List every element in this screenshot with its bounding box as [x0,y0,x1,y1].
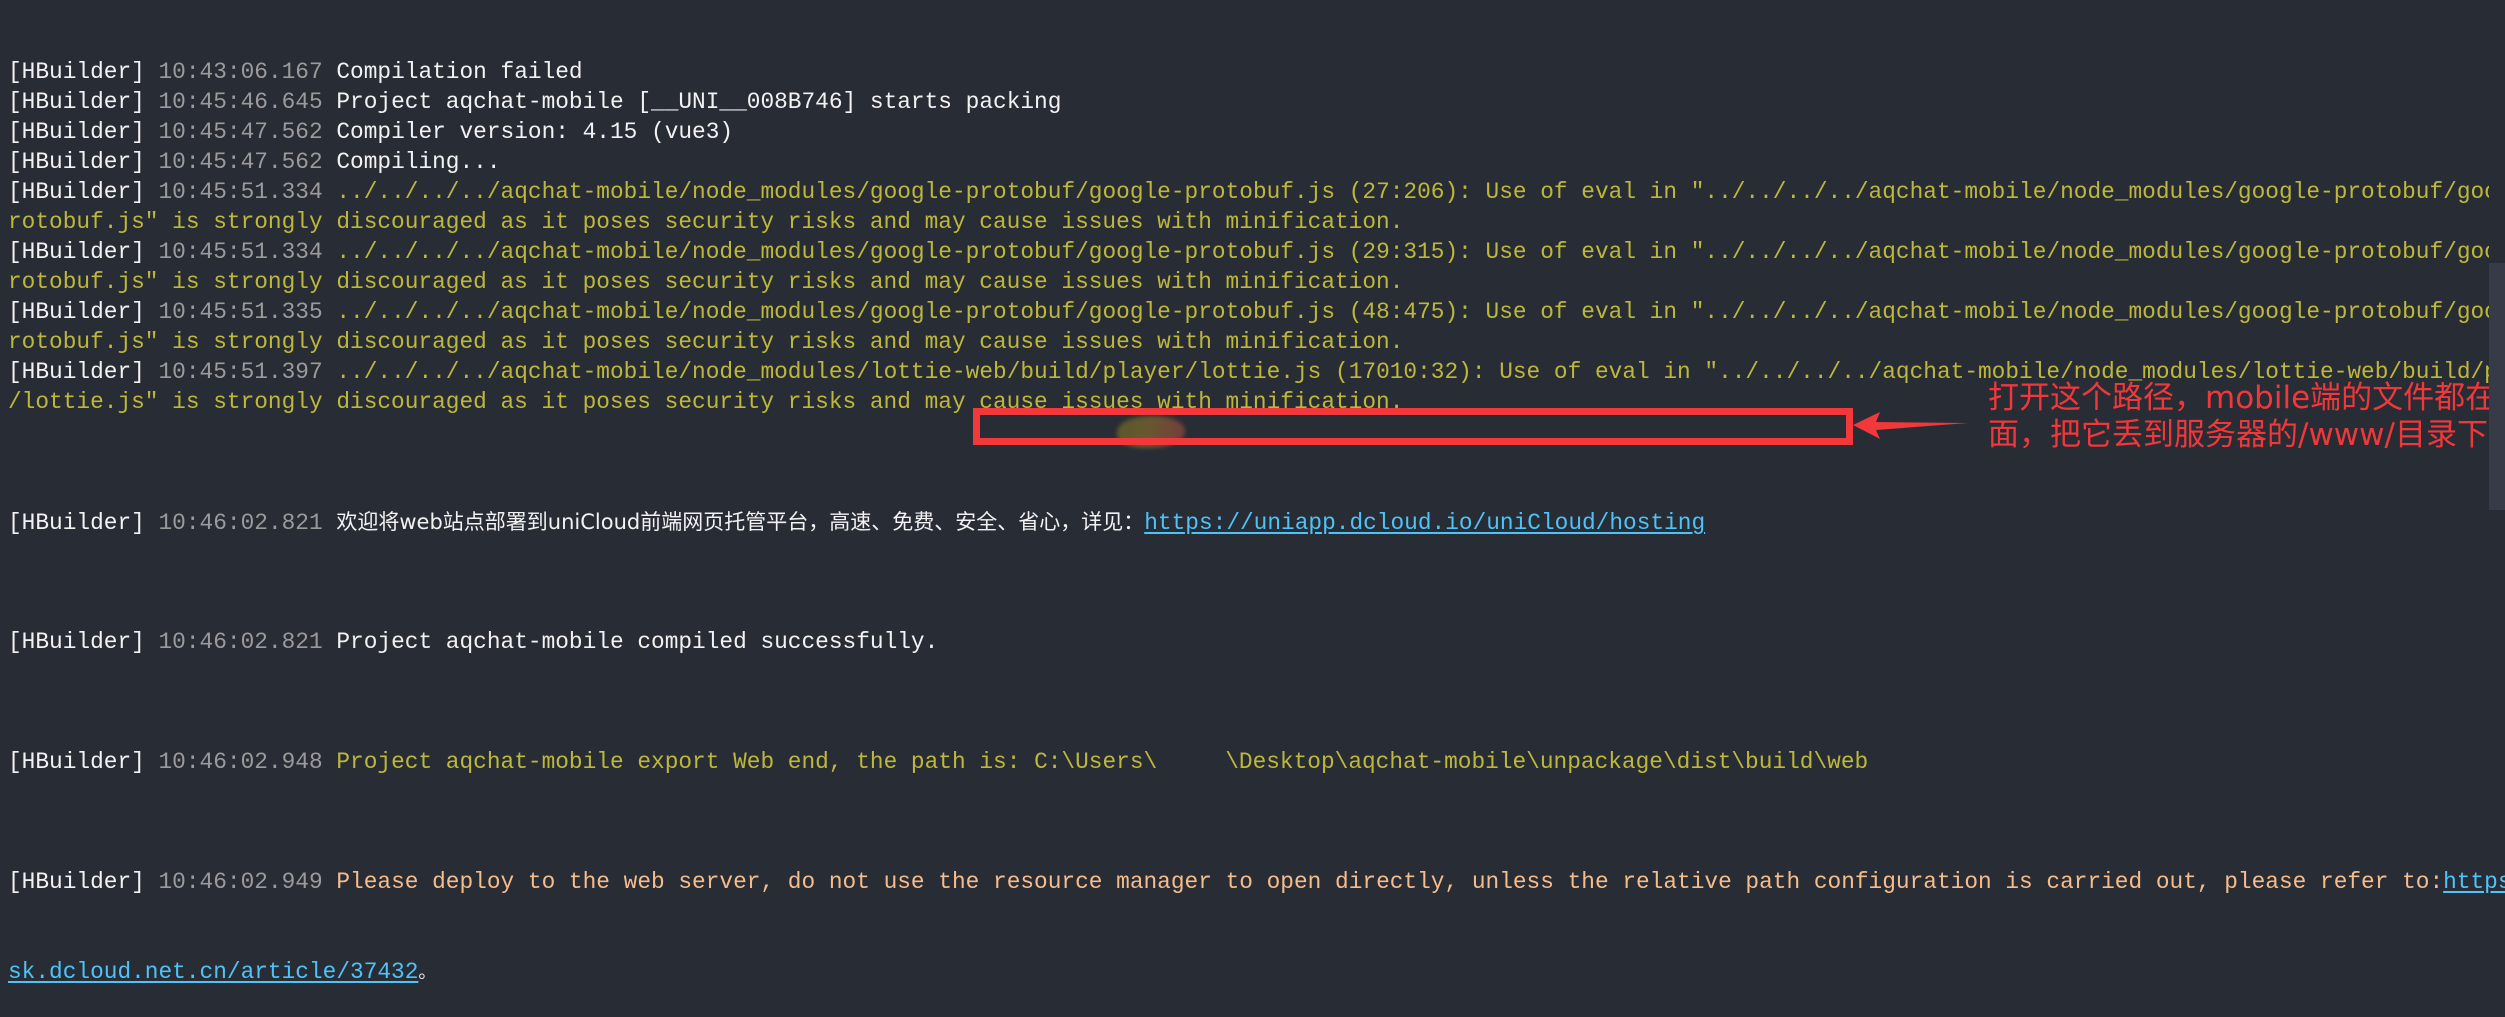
log-timestamp: 10:45:51.334 [158,179,323,205]
log-message: rotobuf.js" is strongly discouraged as i… [8,329,1404,355]
console-output: [HBuilder] 10:43:06.167 Compilation fail… [8,0,2505,1017]
log-tag: [HBuilder] [8,869,145,895]
log-tag: [HBuilder] [8,179,145,205]
log-tag: [HBuilder] [8,299,145,325]
log-message: Compiler version: 4.15 (vue3) [336,119,734,145]
log-line: [HBuilder] 10:45:51.335 ../../../../aqch… [8,297,2505,327]
log-timestamp: 10:45:51.334 [158,239,323,265]
log-message: Compiling... [336,149,501,175]
log-message: ../../../../aqchat-mobile/node_modules/g… [336,299,2505,325]
log-message: ../../../../aqchat-mobile/node_modules/g… [336,239,2505,265]
log-timestamp: 10:46:02.948 [158,749,323,775]
log-tag: [HBuilder] [8,359,145,385]
log-tag: [HBuilder] [8,149,145,175]
log-timestamp: 10:45:51.335 [158,299,323,325]
export-path-suffix[interactable]: \Desktop\aqchat-mobile\unpackage\dist\bu… [1225,749,1868,775]
log-line-success: [HBuilder] 10:46:02.821 Project aqchat-m… [8,627,2487,657]
arrow-shape [1853,412,1968,439]
log-timestamp: 10:46:02.821 [158,510,323,536]
hosting-link[interactable]: https://uniapp.dcloud.io/uniCloud/hostin… [1144,510,1705,536]
log-timestamp: 10:45:51.397 [158,359,323,385]
deploy-doc-link-continued[interactable]: sk.dcloud.net.cn/article/37432 [8,959,418,985]
annotation-line-1: 打开这个路径，mobile端的文件都在里 [1988,380,2505,416]
log-message: rotobuf.js" is strongly discouraged as i… [8,269,1404,295]
log-message: Compilation failed [336,59,583,85]
log-message: Project aqchat-mobile [__UNI__008B746] s… [336,89,1062,115]
log-tag: [HBuilder] [8,510,145,536]
log-line: [HBuilder] 10:45:51.334 ../../../../aqch… [8,177,2505,207]
log-tag: [HBuilder] [8,239,145,265]
log-timestamp: 10:45:46.645 [158,89,323,115]
log-line-deploy: [HBuilder] 10:46:02.949 Please deploy to… [8,867,2505,897]
log-timestamp: 10:45:47.562 [158,149,323,175]
log-line-wrap: rotobuf.js" is strongly discouraged as i… [8,327,2487,357]
log-trailing-punct: 。 [418,962,437,983]
log-message: Project aqchat-mobile compiled successfu… [336,629,939,655]
log-line: [HBuilder] 10:45:47.562 Compiler version… [8,117,2487,147]
log-line-wrap: rotobuf.js" is strongly discouraged as i… [8,207,2487,237]
log-message: Please deploy to the web server, do not … [336,869,2444,895]
log-tag: [HBuilder] [8,59,145,85]
log-line-deploy-wrap: sk.dcloud.net.cn/article/37432。 [8,957,2487,987]
log-timestamp: 10:43:06.167 [158,59,323,85]
log-tag: [HBuilder] [8,89,145,115]
log-line-export: [HBuilder] 10:46:02.948 Project aqchat-m… [8,747,2487,777]
deploy-doc-link[interactable]: https://a [2443,869,2505,895]
export-path-prefix[interactable]: C:\Users\ [1020,749,1157,775]
export-path-username-masked: █████ [1157,747,1225,777]
log-line: [HBuilder] 10:45:51.334 ../../../../aqch… [8,237,2505,267]
scrollbar-thumb[interactable] [2489,263,2505,510]
log-message: 欢迎将web站点部署到uniCloud前端网页托管平台，高速、免费、安全、省心，… [336,510,1145,534]
log-line: [HBuilder] 10:45:46.645 Project aqchat-m… [8,87,2487,117]
log-timestamp: 10:45:47.562 [158,119,323,145]
log-line: [HBuilder] 10:45:47.562 Compiling... [8,147,2487,177]
highlight-box [973,408,1853,445]
log-timestamp: 10:46:02.949 [158,869,323,895]
log-line-hosting: [HBuilder] 10:46:02.821 欢迎将web站点部署到uniCl… [8,507,2487,537]
log-tag: [HBuilder] [8,749,145,775]
arrow-left-icon [1853,412,1968,439]
log-tag: [HBuilder] [8,629,145,655]
log-message: Project aqchat-mobile export Web end, th… [336,749,1021,775]
console-lines: [HBuilder] 10:43:06.167 Compilation fail… [8,57,2505,417]
log-timestamp: 10:46:02.821 [158,629,323,655]
log-message: rotobuf.js" is strongly discouraged as i… [8,209,1404,235]
log-tag: [HBuilder] [8,119,145,145]
log-message: ../../../../aqchat-mobile/node_modules/g… [336,179,2505,205]
annotation-line-2: 面，把它丢到服务器的/www/目录下 [1988,417,2488,453]
log-line: [HBuilder] 10:43:06.167 Compilation fail… [8,57,2487,87]
annotation-note: 打开这个路径，mobile端的文件都在里 面，把它丢到服务器的/www/目录下 [1988,380,2505,454]
log-line-wrap: rotobuf.js" is strongly discouraged as i… [8,267,2487,297]
